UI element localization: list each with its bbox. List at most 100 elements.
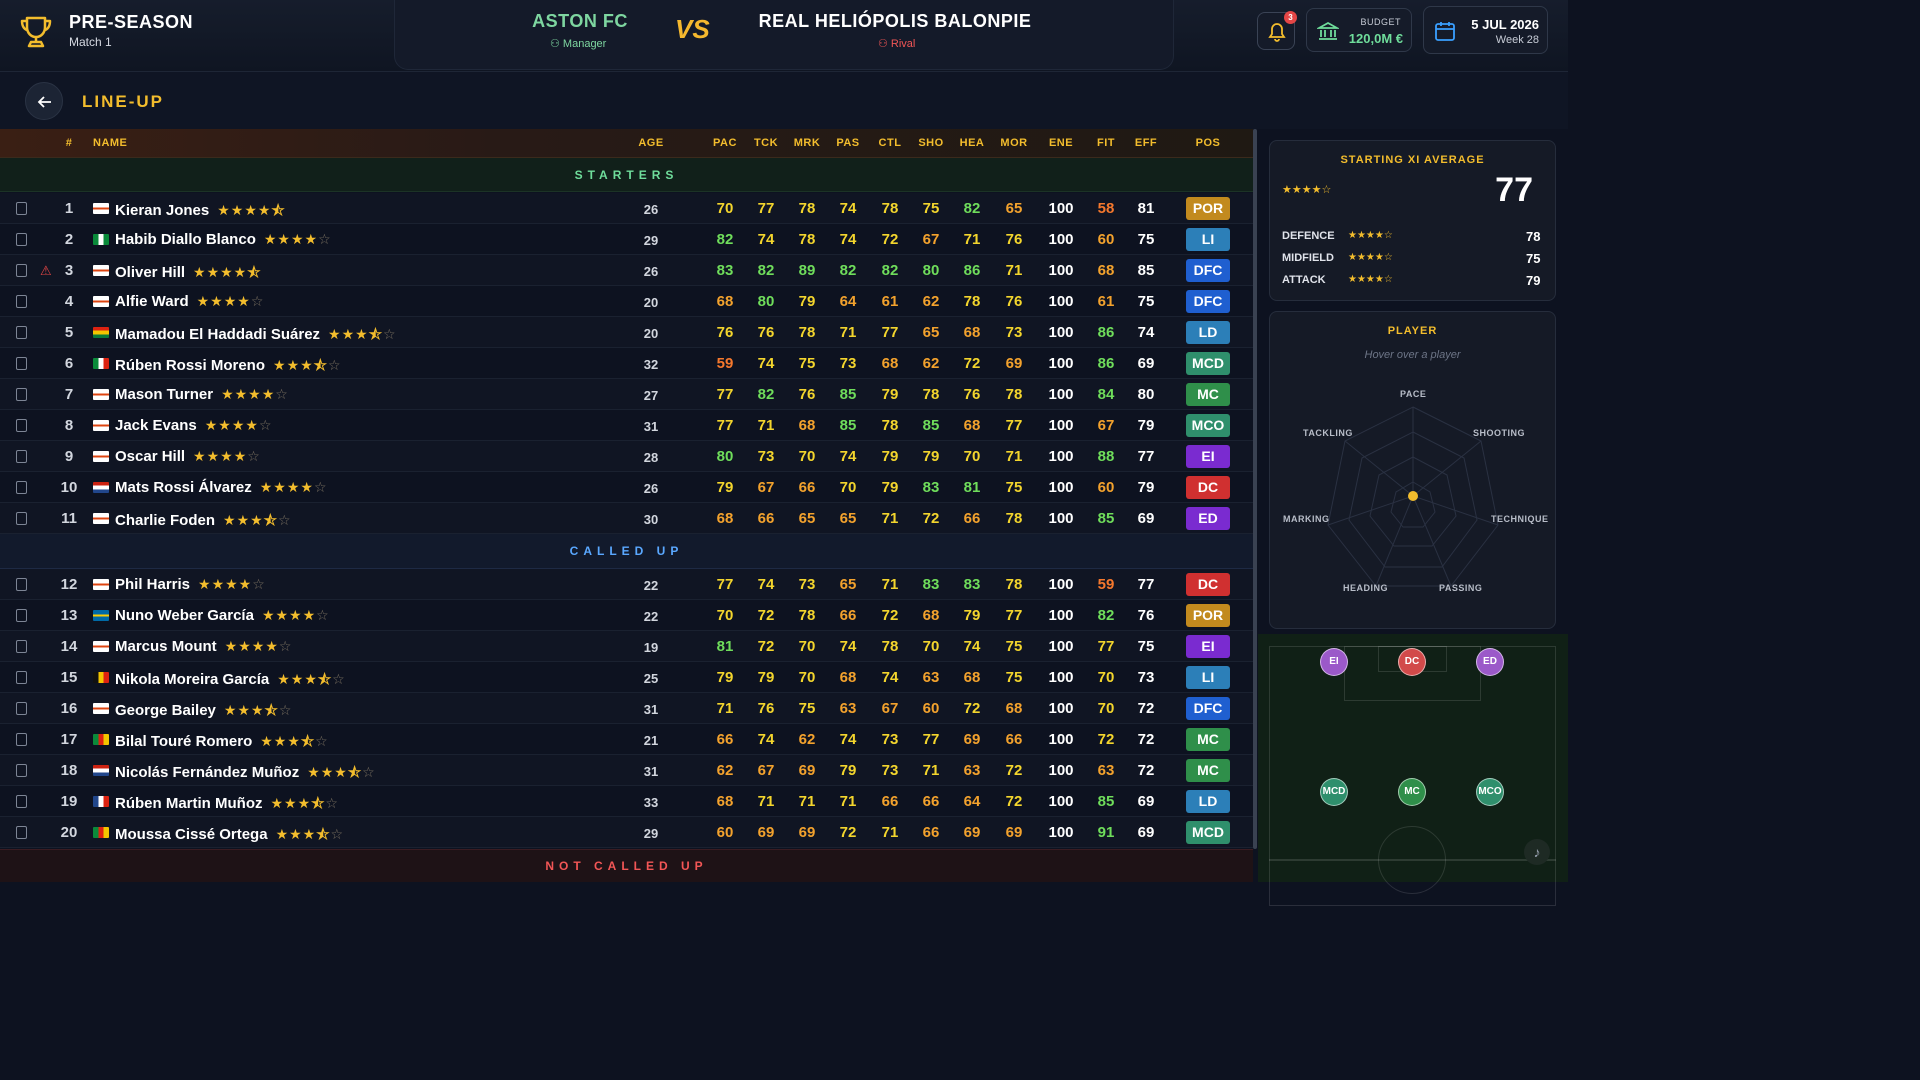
date-box[interactable]: 5 JUL 2026 Week 28 <box>1423 6 1548 54</box>
formation-slot-dc[interactable]: DC <box>1398 648 1426 676</box>
player-row[interactable]: 7 Mason Turner ★★★★☆ 27 77 82 76 85 79 78 76 78 100 8… <box>0 379 1253 410</box>
position-badge[interactable]: LI <box>1186 228 1230 251</box>
music-button[interactable]: ♪ <box>1524 839 1550 865</box>
col-name[interactable]: NAME <box>93 137 127 149</box>
document-icon[interactable] <box>16 264 27 277</box>
player-name[interactable]: Marcus Mount ★★★★☆ <box>115 638 292 655</box>
col-ene[interactable]: ENE <box>1035 137 1087 149</box>
document-icon[interactable] <box>16 450 27 463</box>
player-row[interactable]: 4 Alfie Ward ★★★★☆ 20 68 80 79 64 61 62 78 76 100 61 7… <box>0 286 1253 317</box>
col-pas[interactable]: PAS <box>828 137 868 149</box>
player-row[interactable]: 14 Marcus Mount ★★★★☆ 19 81 72 70 74 78 70 74 75 100… <box>0 631 1253 662</box>
col-ctl[interactable]: CTL <box>870 137 910 149</box>
position-badge[interactable]: DFC <box>1186 259 1230 282</box>
player-name[interactable]: Nikola Moreira García ★★★⯪☆ <box>115 669 346 693</box>
col-eff[interactable]: EFF <box>1126 137 1166 149</box>
player-name[interactable]: Oscar Hill ★★★★☆ <box>115 448 261 465</box>
document-icon[interactable] <box>16 357 27 370</box>
position-badge[interactable]: MC <box>1186 728 1230 751</box>
player-name[interactable]: Moussa Cissé Ortega ★★★⯪☆ <box>115 824 344 848</box>
formation-slot-mco[interactable]: MCO <box>1476 778 1504 806</box>
document-icon[interactable] <box>16 795 27 808</box>
player-name[interactable]: Alfie Ward ★★★★☆ <box>115 293 264 310</box>
back-button[interactable] <box>25 82 63 120</box>
document-icon[interactable] <box>16 326 27 339</box>
player-name[interactable]: George Bailey ★★★⯪☆ <box>115 700 292 724</box>
position-badge[interactable]: MC <box>1186 383 1230 406</box>
col-age[interactable]: AGE <box>631 137 671 149</box>
col-sho[interactable]: SHO <box>911 137 951 149</box>
player-name[interactable]: Nicolás Fernández Muñoz ★★★⯪☆ <box>115 762 376 786</box>
document-icon[interactable] <box>16 202 27 215</box>
player-row[interactable]: 5 Mamadou El Haddadi Suárez ★★★⯪☆ 20 76 76 78 7… <box>0 317 1253 348</box>
player-row[interactable]: 15 Nikola Moreira García ★★★⯪☆ 25 79 79 70 68 74… <box>0 662 1253 693</box>
position-badge[interactable]: POR <box>1186 604 1230 627</box>
player-name[interactable]: Kieran Jones ★★★★⯪ <box>115 200 286 224</box>
document-icon[interactable] <box>16 233 27 246</box>
position-badge[interactable]: MCO <box>1186 414 1230 437</box>
document-icon[interactable] <box>16 295 27 308</box>
position-badge[interactable]: ED <box>1186 507 1230 530</box>
player-row[interactable]: 16 George Bailey ★★★⯪☆ 31 71 76 75 63 67 60 72 68 10… <box>0 693 1253 724</box>
player-name[interactable]: Habib Diallo Blanco ★★★★☆ <box>115 231 332 248</box>
player-row[interactable]: 2 Habib Diallo Blanco ★★★★☆ 29 82 74 78 74 72 67 7… <box>0 224 1253 255</box>
formation-slot-mcd[interactable]: MCD <box>1320 778 1348 806</box>
player-row[interactable]: 9 Oscar Hill ★★★★☆ 28 80 73 70 74 79 79 70 71 100 88 7… <box>0 441 1253 472</box>
document-icon[interactable] <box>16 640 27 653</box>
col-fit[interactable]: FIT <box>1086 137 1126 149</box>
home-team[interactable]: ASTON FC <box>515 11 645 32</box>
position-badge[interactable]: DFC <box>1186 290 1230 313</box>
document-icon[interactable] <box>16 481 27 494</box>
position-badge[interactable]: LD <box>1186 321 1230 344</box>
player-name[interactable]: Rúben Rossi Moreno ★★★⯪☆ <box>115 355 342 379</box>
position-badge[interactable]: EI <box>1186 445 1230 468</box>
document-icon[interactable] <box>16 419 27 432</box>
position-badge[interactable]: POR <box>1186 197 1230 220</box>
player-row[interactable]: 11 Charlie Foden ★★★⯪☆ 30 68 66 65 65 71 72 66 78 10… <box>0 503 1253 534</box>
position-badge[interactable]: MCD <box>1186 352 1230 375</box>
document-icon[interactable] <box>16 609 27 622</box>
document-icon[interactable] <box>16 826 27 839</box>
position-badge[interactable]: DFC <box>1186 697 1230 720</box>
player-row[interactable]: 6 Rúben Rossi Moreno ★★★⯪☆ 32 59 74 75 73 68 62 72… <box>0 348 1253 379</box>
col-num[interactable]: # <box>54 137 84 149</box>
player-row[interactable]: 13 Nuno Weber García ★★★★☆ 22 70 72 78 66 72 68 79… <box>0 600 1253 631</box>
document-icon[interactable] <box>16 764 27 777</box>
player-row[interactable]: 1 Kieran Jones ★★★★⯪ 26 70 77 78 74 78 75 82 65 100 5… <box>0 193 1253 224</box>
col-mor[interactable]: MOR <box>994 137 1034 149</box>
player-row[interactable]: ⚠ 3 Oliver Hill ★★★★⯪ 26 83 82 89 82 82 80 86 71 100 6… <box>0 255 1253 286</box>
player-row[interactable]: 18 Nicolás Fernández Muñoz ★★★⯪☆ 31 62 67 69 79… <box>0 755 1253 786</box>
player-row[interactable]: 12 Phil Harris ★★★★☆ 22 77 74 73 65 71 83 83 78 100 5… <box>0 569 1253 600</box>
col-hea[interactable]: HEA <box>952 137 992 149</box>
player-name[interactable]: Mason Turner ★★★★☆ <box>115 386 289 403</box>
formation-slot-mc[interactable]: MC <box>1398 778 1426 806</box>
away-team[interactable]: REAL HELIÓPOLIS BALONPIE <box>745 11 1045 32</box>
player-row[interactable]: 8 Jack Evans ★★★★☆ 31 77 71 68 85 78 85 68 77 100 67 7… <box>0 410 1253 441</box>
document-icon[interactable] <box>16 578 27 591</box>
player-name[interactable]: Jack Evans ★★★★☆ <box>115 417 273 434</box>
col-pac[interactable]: PAC <box>705 137 745 149</box>
formation-slot-ed[interactable]: ED <box>1476 648 1504 676</box>
player-name[interactable]: Phil Harris ★★★★☆ <box>115 576 266 593</box>
player-name[interactable]: Oliver Hill ★★★★⯪ <box>115 262 262 286</box>
player-row[interactable]: 10 Mats Rossi Álvarez ★★★★☆ 26 79 67 66 70 79 83 8… <box>0 472 1253 503</box>
document-icon[interactable] <box>16 671 27 684</box>
player-name[interactable]: Bilal Touré Romero ★★★⯪☆ <box>115 731 329 755</box>
document-icon[interactable] <box>16 388 27 401</box>
position-badge[interactable]: MC <box>1186 759 1230 782</box>
player-name[interactable]: Rúben Martin Muñoz ★★★⯪☆ <box>115 793 339 817</box>
player-name[interactable]: Charlie Foden ★★★⯪☆ <box>115 510 292 534</box>
position-badge[interactable]: LI <box>1186 666 1230 689</box>
budget-box[interactable]: BUDGET 120,0M € <box>1306 8 1412 52</box>
player-name[interactable]: Mamadou El Haddadi Suárez ★★★⯪☆ <box>115 324 397 348</box>
col-pos[interactable]: POS <box>1186 137 1230 149</box>
position-badge[interactable]: MCD <box>1186 821 1230 844</box>
document-icon[interactable] <box>16 733 27 746</box>
col-mrk[interactable]: MRK <box>787 137 827 149</box>
player-name[interactable]: Mats Rossi Álvarez ★★★★☆ <box>115 479 328 496</box>
position-badge[interactable]: LD <box>1186 790 1230 813</box>
document-icon[interactable] <box>16 512 27 525</box>
player-name[interactable]: Nuno Weber García ★★★★☆ <box>115 607 330 624</box>
position-badge[interactable]: EI <box>1186 635 1230 658</box>
position-badge[interactable]: DC <box>1186 573 1230 596</box>
